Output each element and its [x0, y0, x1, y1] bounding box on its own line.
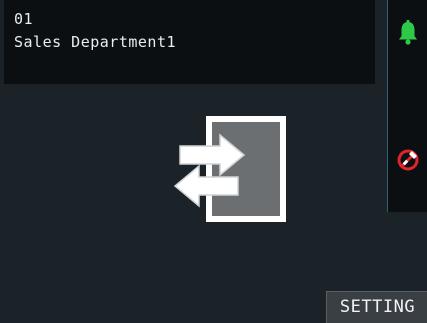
- room-id: 01: [14, 10, 34, 28]
- no-entry-icon: [397, 149, 419, 171]
- room-name: Sales Department1: [14, 33, 177, 51]
- door-exit-icon: [173, 116, 286, 222]
- bell-icon: [399, 20, 417, 45]
- info-panel: 01 Sales Department1: [4, 0, 375, 84]
- device-screen: 01 Sales Department1 SETTING: [0, 0, 427, 323]
- status-bar: [387, 0, 427, 212]
- setting-button[interactable]: SETTING: [326, 291, 427, 323]
